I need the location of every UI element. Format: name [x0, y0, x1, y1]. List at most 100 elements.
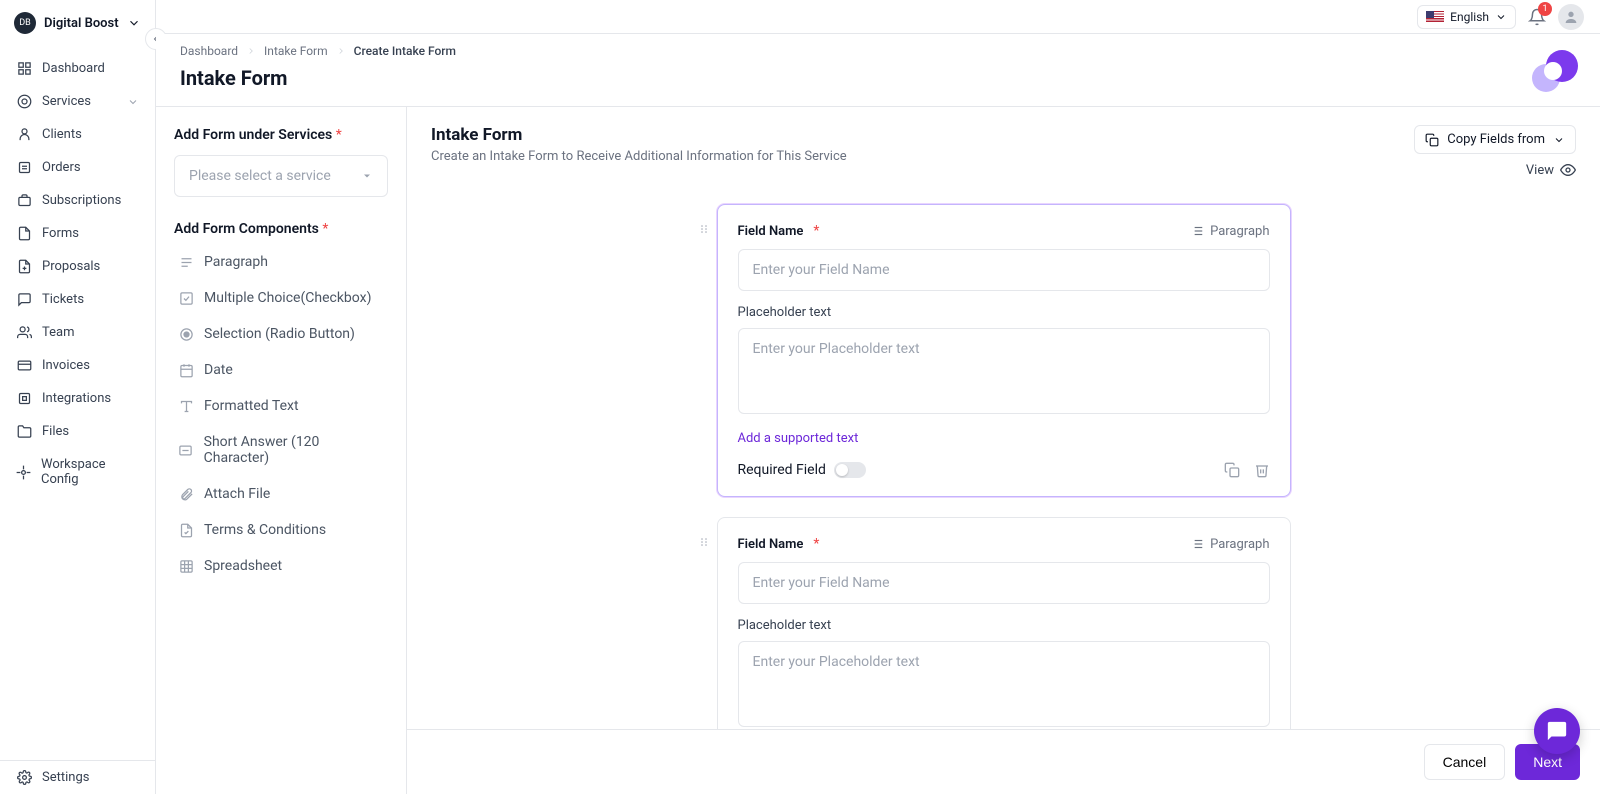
drag-handle-icon[interactable]	[698, 223, 710, 235]
component-item-checkbox[interactable]: Multiple Choice(Checkbox)	[174, 283, 388, 313]
sidebar-item-label: Services	[42, 94, 91, 109]
sidebar-item-team[interactable]: Team	[0, 316, 155, 349]
component-item-date[interactable]: Date	[174, 355, 388, 385]
field-type-label: Paragraph	[1210, 537, 1269, 552]
page-title: Intake Form	[180, 66, 1576, 90]
sidebar-item-label: Tickets	[42, 292, 84, 307]
sidebar-item-services[interactable]: Services	[0, 85, 155, 118]
sidebar-item-clients[interactable]: Clients	[0, 118, 155, 151]
orders-icon	[16, 160, 32, 175]
form-field-card[interactable]: Field Name * Paragraph Placeholder text …	[717, 517, 1291, 729]
list-icon	[1190, 537, 1204, 551]
component-item-short[interactable]: Short Answer (120 Character)	[174, 427, 388, 473]
sidebar-nav: Dashboard Services Clients Orders Subscr…	[0, 46, 155, 760]
sidebar-item-orders[interactable]: Orders	[0, 151, 155, 184]
form-builder: Intake Form Create an Intake Form to Rec…	[406, 107, 1600, 794]
placeholder-label: Placeholder text	[738, 618, 1270, 633]
flag-us-icon	[1426, 11, 1444, 23]
brand-logo	[1526, 44, 1580, 98]
sidebar-item-integrations[interactable]: Integrations	[0, 382, 155, 415]
sidebar-item-label: Forms	[42, 226, 79, 241]
component-item-label: Short Answer (120 Character)	[204, 434, 384, 466]
component-item-spreadsheet[interactable]: Spreadsheet	[174, 551, 388, 581]
chevron-down-icon	[361, 170, 373, 182]
workspace-name: Digital Boost	[44, 16, 119, 31]
required-toggle[interactable]	[834, 462, 866, 478]
clients-icon	[16, 127, 32, 142]
field-name-label: Field Name	[738, 224, 804, 239]
delete-icon[interactable]	[1254, 462, 1270, 478]
sidebar-item-label: Clients	[42, 127, 82, 142]
integrations-icon	[16, 391, 32, 406]
field-type-selector[interactable]: Paragraph	[1190, 537, 1269, 552]
user-avatar[interactable]	[1558, 4, 1584, 30]
notification-badge: 1	[1538, 2, 1552, 16]
field-name-input[interactable]	[738, 562, 1270, 604]
sidebar-item-label: Dashboard	[42, 61, 105, 76]
topbar: English 1	[156, 0, 1600, 34]
content: Add Form under Services * Please select …	[156, 107, 1600, 794]
radio-icon	[178, 327, 194, 342]
component-item-paragraph[interactable]: Paragraph	[174, 247, 388, 277]
workspace-avatar: DB	[14, 12, 36, 34]
terms-icon	[178, 523, 194, 538]
component-item-label: Formatted Text	[204, 398, 299, 414]
sidebar-item-settings[interactable]: Settings	[0, 761, 155, 794]
required-marker: *	[813, 223, 819, 239]
view-button[interactable]: View	[1526, 162, 1576, 178]
gear-icon	[16, 770, 32, 785]
page-header: Dashboard Intake Form Create Intake Form I…	[156, 34, 1600, 107]
cancel-button[interactable]: Cancel	[1424, 744, 1506, 780]
placeholder-input[interactable]	[738, 328, 1270, 414]
required-marker: *	[336, 127, 342, 143]
field-name-input[interactable]	[738, 249, 1270, 291]
breadcrumb-item: Create Intake Form	[354, 44, 456, 58]
forms-icon	[16, 226, 32, 241]
sidebar-item-subscriptions[interactable]: Subscriptions	[0, 184, 155, 217]
breadcrumb-item[interactable]: Dashboard	[180, 44, 238, 58]
duplicate-icon[interactable]	[1224, 462, 1240, 478]
subscriptions-icon	[16, 193, 32, 208]
chevron-down-icon	[127, 16, 141, 30]
service-section-label: Add Form under Services	[174, 127, 332, 143]
chat-fab[interactable]	[1534, 708, 1580, 754]
sidebar-item-label: Invoices	[42, 358, 90, 373]
workspace-switcher[interactable]: DB Digital Boost	[0, 0, 155, 46]
component-item-terms[interactable]: Terms & Conditions	[174, 515, 388, 545]
sidebar-item-dashboard[interactable]: Dashboard	[0, 52, 155, 85]
field-type-selector[interactable]: Paragraph	[1190, 224, 1269, 239]
component-item-label: Terms & Conditions	[204, 522, 326, 538]
component-item-label: Multiple Choice(Checkbox)	[204, 290, 371, 306]
main: English 1 Dashboard Intake Form Create Int…	[156, 0, 1600, 794]
sidebar-item-files[interactable]: Files	[0, 415, 155, 448]
breadcrumb-item[interactable]: Intake Form	[264, 44, 328, 58]
sidebar-item-tickets[interactable]: Tickets	[0, 283, 155, 316]
drag-handle-icon[interactable]	[698, 536, 710, 548]
add-supported-text-link[interactable]: Add a supported text	[738, 431, 859, 446]
breadcrumb-separator	[246, 46, 256, 56]
sidebar-item-config[interactable]: Workspace Config	[0, 448, 155, 496]
cards-scroll[interactable]: Field Name * Paragraph Placeholder text …	[407, 188, 1600, 729]
form-field-card[interactable]: Field Name * Paragraph Placeholder text …	[717, 204, 1291, 497]
placeholder-input[interactable]	[738, 641, 1270, 727]
notifications-button[interactable]: 1	[1528, 8, 1546, 26]
copy-icon	[1425, 133, 1439, 147]
placeholder-label: Placeholder text	[738, 305, 1270, 320]
tickets-icon	[16, 292, 32, 307]
sidebar-item-forms[interactable]: Forms	[0, 217, 155, 250]
component-item-radio[interactable]: Selection (Radio Button)	[174, 319, 388, 349]
sidebar-item-label: Files	[42, 424, 69, 439]
component-item-attach[interactable]: Attach File	[174, 479, 388, 509]
component-item-formatted[interactable]: Formatted Text	[174, 391, 388, 421]
left-panel: Add Form under Services * Please select …	[156, 107, 406, 794]
sidebar-item-invoices[interactable]: Invoices	[0, 349, 155, 382]
copy-fields-button[interactable]: Copy Fields from	[1414, 125, 1576, 154]
dashboard-icon	[16, 61, 32, 76]
sidebar-item-label: Orders	[42, 160, 81, 175]
files-icon	[16, 424, 32, 439]
components-list: Paragraph Multiple Choice(Checkbox) Sele…	[174, 247, 388, 581]
proposals-icon	[16, 259, 32, 274]
sidebar-item-proposals[interactable]: Proposals	[0, 250, 155, 283]
language-selector[interactable]: English	[1417, 5, 1516, 29]
service-select[interactable]: Please select a service	[174, 155, 388, 197]
